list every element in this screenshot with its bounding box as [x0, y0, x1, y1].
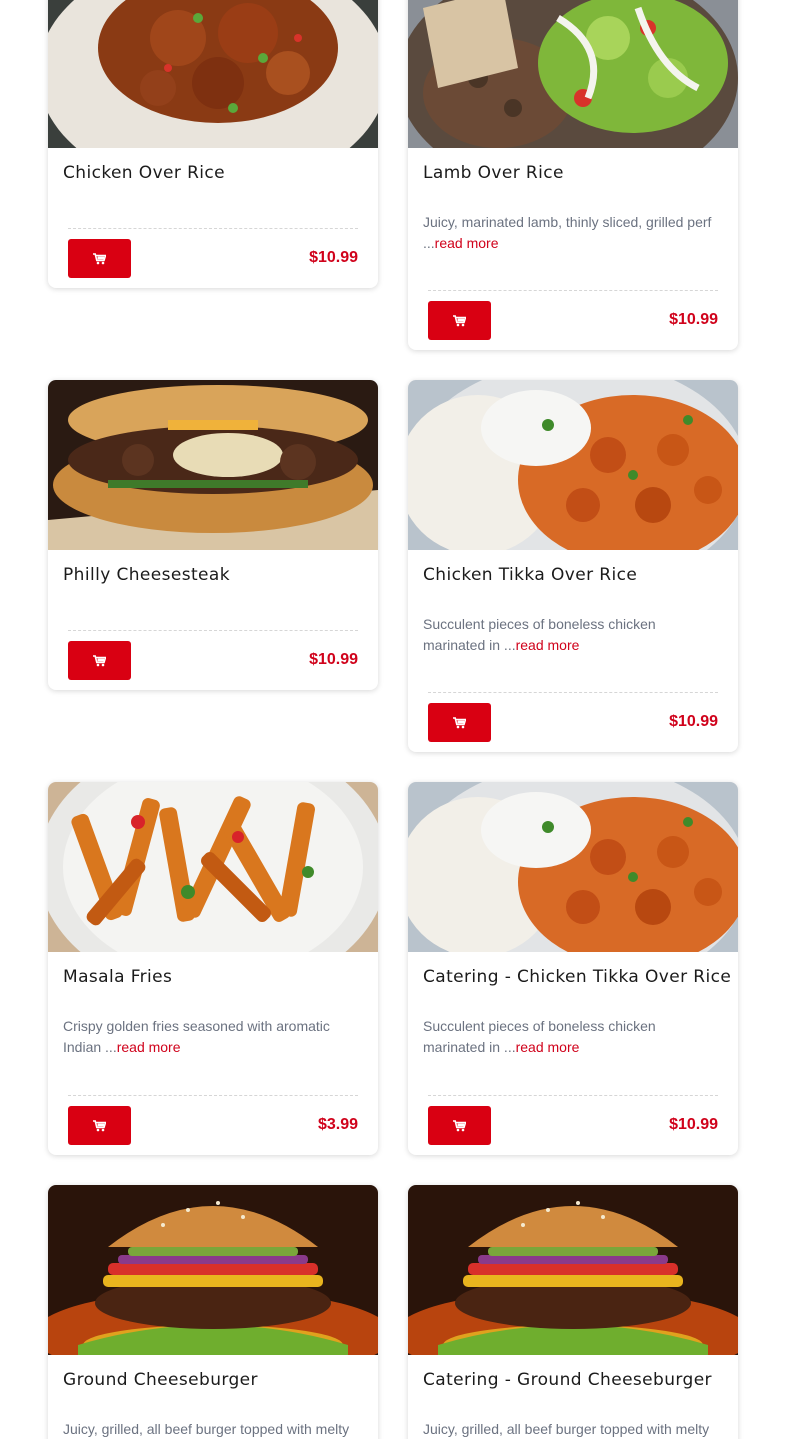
read-more-link[interactable]: read more	[516, 1039, 580, 1055]
divider	[428, 1095, 718, 1096]
read-more-link[interactable]: read more	[117, 1039, 181, 1055]
food-image[interactable]	[408, 1185, 738, 1355]
divider	[68, 228, 358, 229]
shopping-cart-icon	[93, 252, 106, 264]
food-image[interactable]	[48, 380, 378, 550]
item-description: Juicy, grilled, all beef burger topped w…	[423, 1421, 710, 1437]
item-title: Catering - Chicken Tikka Over Rice	[423, 967, 732, 987]
item-title: Philly Cheesesteak	[63, 565, 230, 585]
item-price: $10.99	[669, 311, 718, 328]
shopping-cart-icon	[453, 314, 466, 326]
item-description: Succulent pieces of boneless chicken mar…	[423, 616, 656, 653]
add-to-cart-button[interactable]	[68, 641, 131, 680]
item-title: Lamb Over Rice	[423, 163, 564, 183]
menu-card-catering-chicken-tikka[interactable]: Catering - Chicken Tikka Over Rice Succu…	[408, 782, 738, 1155]
shopping-cart-icon	[93, 1119, 106, 1131]
item-price: $10.99	[309, 651, 358, 668]
add-to-cart-button[interactable]	[428, 1106, 491, 1145]
menu-card-catering-ground-cheeseburger[interactable]: Catering - Ground Cheeseburger Juicy, gr…	[408, 1185, 738, 1439]
item-title: Ground Cheeseburger	[63, 1370, 258, 1390]
menu-card-lamb-over-rice[interactable]: Lamb Over Rice Juicy, marinated lamb, th…	[408, 0, 738, 350]
food-image[interactable]	[48, 1185, 378, 1355]
add-to-cart-button[interactable]	[428, 301, 491, 340]
item-price: $3.99	[317, 1116, 358, 1133]
item-description: Juicy, grilled, all beef burger topped w…	[63, 1421, 350, 1437]
item-price: $10.99	[669, 713, 718, 730]
item-title: Masala Fries	[63, 967, 173, 987]
item-description: Succulent pieces of boneless chicken mar…	[423, 1018, 656, 1055]
shopping-cart-icon	[93, 654, 106, 666]
add-to-cart-button[interactable]	[428, 703, 491, 742]
menu-card-chicken-over-rice[interactable]: Chicken Over Rice $10.99	[48, 0, 378, 288]
add-to-cart-button[interactable]	[68, 1106, 131, 1145]
menu-card-chicken-tikka-over-rice[interactable]: Chicken Tikka Over Rice Succulent pieces…	[408, 380, 738, 752]
read-more-link[interactable]: read more	[516, 637, 580, 653]
food-image[interactable]	[48, 782, 378, 952]
food-image[interactable]	[408, 0, 738, 148]
read-more-link[interactable]: read more	[435, 235, 499, 251]
menu-card-masala-fries[interactable]: Masala Fries Crispy golden fries seasone…	[48, 782, 378, 1155]
food-image[interactable]	[408, 782, 738, 952]
add-to-cart-button[interactable]	[68, 239, 131, 278]
menu-card-philly-cheesesteak[interactable]: Philly Cheesesteak $10.99	[48, 380, 378, 690]
item-description: Crispy golden fries seasoned with aromat…	[63, 1018, 330, 1055]
item-description: Juicy, marinated lamb, thinly sliced, gr…	[423, 214, 712, 251]
shopping-cart-icon	[453, 716, 466, 728]
divider	[68, 1095, 358, 1096]
food-image[interactable]	[48, 0, 378, 148]
divider	[428, 290, 718, 291]
item-price: $10.99	[669, 1116, 718, 1133]
item-title: Chicken Over Rice	[63, 163, 226, 183]
item-price: $10.99	[309, 249, 358, 266]
menu-card-ground-cheeseburger[interactable]: Ground Cheeseburger Juicy, grilled, all …	[48, 1185, 378, 1439]
divider	[428, 692, 718, 693]
item-title: Catering - Ground Cheeseburger	[423, 1370, 712, 1390]
item-title: Chicken Tikka Over Rice	[423, 565, 638, 585]
divider	[68, 630, 358, 631]
shopping-cart-icon	[453, 1119, 466, 1131]
food-image[interactable]	[408, 380, 738, 550]
